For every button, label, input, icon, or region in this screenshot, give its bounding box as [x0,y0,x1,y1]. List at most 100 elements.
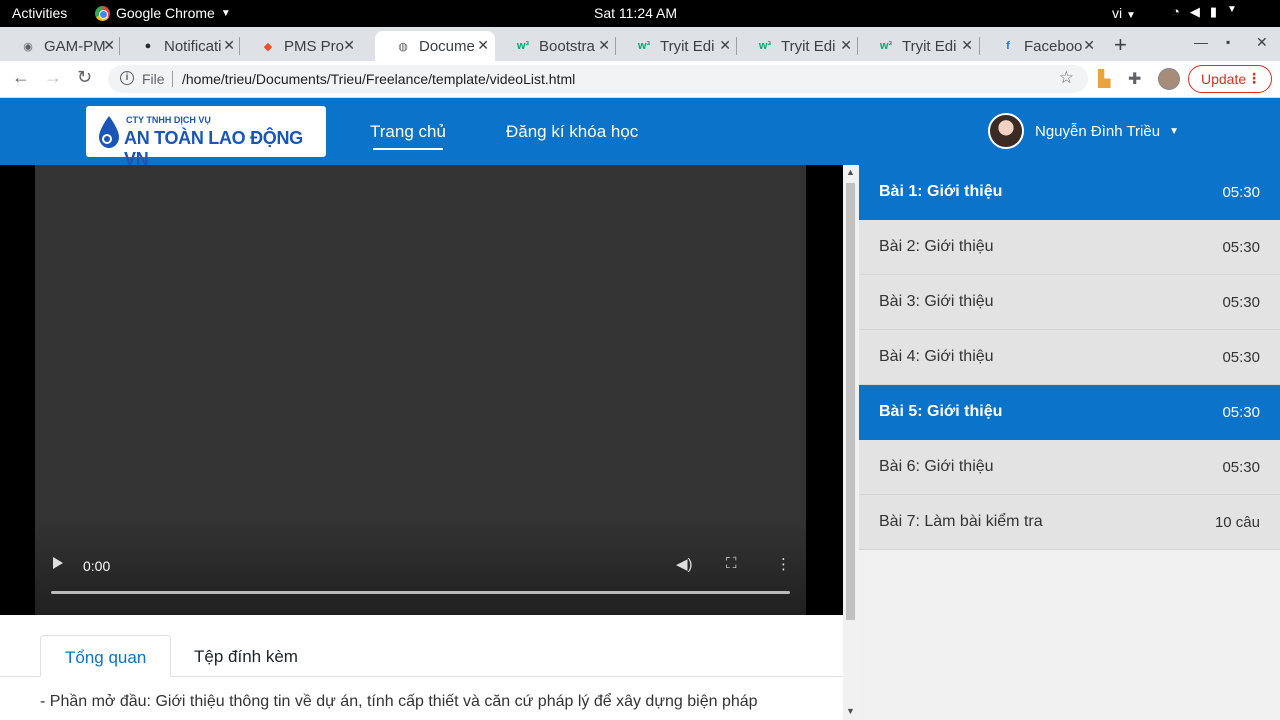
chevron-down-icon: ▼ [220,7,231,19]
update-button[interactable]: Update ⋮ [1188,65,1272,93]
activities-button[interactable]: Activities [12,5,67,21]
lesson-item[interactable]: Bài 3: Giới thiệu 05:30 [859,275,1280,330]
lesson-item[interactable]: Bài 5: Giới thiệu 05:30 [859,385,1280,440]
back-icon[interactable]: ← [12,67,30,88]
extension-icon[interactable]: ▙ [1098,69,1110,89]
forward-icon[interactable]: → [44,67,62,88]
lesson-duration: 05:30 [1222,239,1260,256]
maximize-button[interactable]: ▪ [1226,35,1230,49]
bookmark-star-icon[interactable]: ☆ [1059,68,1074,88]
tab-attachments[interactable]: Tệp đính kèm [170,635,322,677]
new-tab-button[interactable]: + [1114,32,1127,58]
close-tab-icon[interactable]: ✕ [961,37,973,54]
profile-avatar[interactable] [1158,68,1180,90]
browser-toolbar: ← → ↻ i File /home/trieu/Documents/Trieu… [0,61,1280,98]
scroll-down-icon[interactable]: ▼ [846,706,855,716]
lesson-duration: 10 câu [1214,514,1260,531]
site-logo[interactable]: CTY TNHH DỊCH VỤ AN TOÀN LAO ĐỘNG VN [86,106,326,169]
lesson-item[interactable]: Bài 7: Làm bài kiểm tra 10 câu [859,495,1280,550]
github-icon: ● [144,40,152,52]
video-progress-bar[interactable] [51,591,790,594]
lesson-duration: 05:30 [1222,349,1260,366]
lesson-item[interactable]: Bài 6: Giới thiệu 05:30 [859,440,1280,495]
lesson-duration: 05:30 [1222,184,1260,201]
browser-tab[interactable]: f Faceboo ✕ [980,31,1101,61]
video-time: 0:00 [83,558,111,574]
system-tray[interactable]: ◔ ◀ ▮ ▼ [1172,4,1237,20]
info-icon[interactable]: i [120,71,134,85]
caret-down-icon: ▼ [1169,125,1179,137]
app-menu[interactable]: Google Chrome ▼ [95,5,231,21]
lesson-name: Bài 1: Giới thiệu [879,183,1003,200]
lesson-name: Bài 6: Giới thiệu [879,458,994,475]
browser-tab[interactable]: w³ Tryit Edi ✕ [737,31,858,61]
more-menu-icon[interactable]: ⋮ [1247,70,1261,87]
globe-icon: ◍ [398,40,408,53]
chrome-icon [95,5,110,21]
user-menu[interactable]: Nguyễn Đình Triều ▼ [988,113,1179,149]
play-icon[interactable] [53,557,63,569]
w3schools-icon: w³ [879,40,893,52]
browser-tab[interactable]: ◆ PMS Pro ✕ [240,31,361,61]
close-tab-icon[interactable]: ✕ [477,37,489,54]
tab-separator [736,37,737,55]
browser-tab[interactable]: ◍ Docume ✕ [375,31,495,61]
url-text[interactable]: /home/trieu/Documents/Trieu/Freelance/te… [182,71,575,87]
lesson-name: Bài 2: Giới thiệu [879,238,994,255]
page-scrollbar[interactable]: ▲ ▼ [843,165,859,720]
lesson-item[interactable]: Bài 4: Giới thiệu 05:30 [859,330,1280,385]
language-indicator[interactable]: vi ▼ [1112,5,1136,21]
close-tab-icon[interactable]: ✕ [1083,37,1095,54]
clock[interactable]: Sat 11:24 AM [594,5,677,21]
w3schools-icon: w³ [516,40,530,52]
nav-register-course[interactable]: Đăng kí khóa học [506,122,638,142]
scrollbar-thumb[interactable] [846,183,855,620]
lesson-duration: 05:30 [1222,294,1260,311]
browser-tab[interactable]: w³ Bootstra ✕ [495,31,616,61]
tab-title: Tryit Edi [902,37,957,55]
tab-overview[interactable]: Tổng quan [40,635,172,677]
lesson-name: Bài 3: Giới thiệu [879,293,994,310]
lesson-name: Bài 5: Giới thiệu [879,403,1003,420]
w3schools-icon: w³ [758,40,772,52]
close-tab-icon[interactable]: ✕ [840,37,852,54]
chevron-down-icon: ▼ [1227,4,1237,15]
nav-home[interactable]: Trang chủ [370,122,446,150]
divider [172,71,173,87]
lesson-name: Bài 4: Giới thiệu [879,348,994,365]
minimize-button[interactable]: — [1194,34,1208,50]
more-options-icon[interactable]: ⋮ [776,555,791,573]
tab-title: Tryit Edi [781,37,836,55]
close-tab-icon[interactable]: ✕ [598,37,610,54]
tab-title: PMS Pro [284,37,345,55]
browser-tab[interactable]: w³ Tryit Edi ✕ [858,31,979,61]
battery-icon: ▮ [1209,4,1218,19]
close-window-button[interactable]: ✕ [1256,34,1268,51]
browser-tab[interactable]: ◉ GAM-PM ✕ [0,31,121,61]
browser-tab[interactable]: ● Notificati ✕ [120,31,241,61]
close-tab-icon[interactable]: ✕ [103,37,115,54]
scroll-up-icon[interactable]: ▲ [846,167,855,177]
fullscreen-icon[interactable]: ⛶ [726,555,737,572]
tab-strip: ◉ GAM-PM ✕ ● Notificati ✕ ◆ PMS Pro ✕ ◍ Docume ✕ w³ B… [0,27,1280,61]
close-tab-icon[interactable]: ✕ [343,37,355,54]
tab-title: GAM-PM [44,37,106,55]
reload-icon[interactable]: ↻ [77,67,92,88]
puzzle-icon[interactable]: ✚ [1128,69,1141,89]
browser-tab[interactable]: w³ Tryit Edi ✕ [616,31,737,61]
close-tab-icon[interactable]: ✕ [719,37,731,54]
lesson-name: Bài 7: Làm bài kiểm tra [879,513,1043,530]
volume-icon[interactable]: ◀) [676,555,693,573]
content-tabs: Tổng quan Tệp đính kèm [0,635,843,677]
app-name: Google Chrome [116,5,215,21]
user-avatar [988,113,1024,149]
close-tab-icon[interactable]: ✕ [223,37,235,54]
tab-title: Bootstra [539,37,595,55]
lesson-item[interactable]: Bài 2: Giới thiệu 05:30 [859,220,1280,275]
logo-title: AN TOÀN LAO ĐỘNG VN [124,128,303,169]
address-bar[interactable]: i File /home/trieu/Documents/Trieu/Freel… [108,65,1088,93]
file-scheme-label: File [142,71,165,87]
video-player[interactable]: 0:00 ◀) ⛶ ⋮ [35,165,806,615]
facebook-icon: f [1006,40,1010,52]
lesson-item[interactable]: Bài 1: Giới thiệu 05:30 [859,165,1280,220]
